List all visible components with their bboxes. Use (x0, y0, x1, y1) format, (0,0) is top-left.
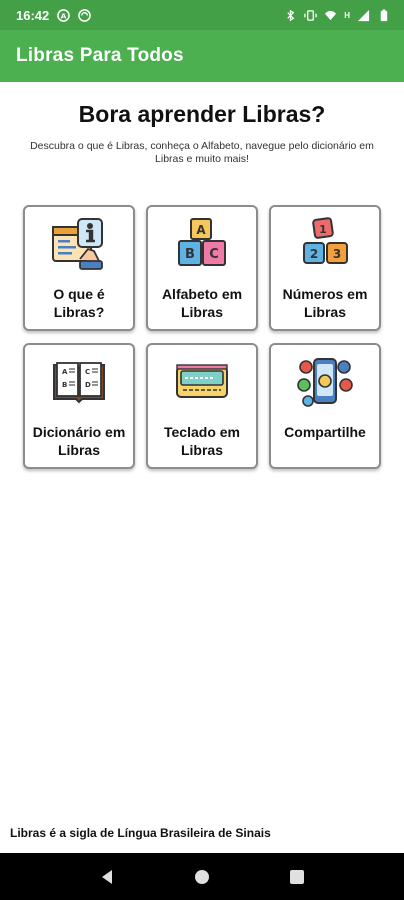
back-icon[interactable] (98, 868, 116, 886)
abc-blocks-icon: A B C (178, 218, 226, 266)
card-o-que-e-libras[interactable]: O que é Libras? (23, 205, 135, 331)
footer-note: Libras é a sigla de Língua Brasileira de… (10, 826, 271, 840)
battery-icon (380, 8, 388, 21)
svg-text:B: B (185, 247, 195, 262)
signal-type-label: H (344, 10, 350, 20)
card-numeros[interactable]: 1 2 3 Números em Libras (269, 205, 381, 331)
dictionary-book-icon: A B C D (53, 362, 105, 404)
card-compartilhe[interactable]: Compartilhe (269, 343, 381, 469)
wifi-icon (325, 10, 337, 20)
info-person-icon (52, 218, 103, 270)
page-subtitle: Descubra o que é Libras, conheça o Alfab… (30, 140, 374, 165)
vibrate-icon (304, 9, 317, 21)
card-label: Dicionário em Libras (32, 424, 126, 458)
notification-icon: A (57, 8, 71, 22)
svg-text:A: A (62, 368, 68, 376)
recents-icon[interactable] (288, 868, 306, 886)
card-label: Números em Libras (282, 286, 368, 320)
bluetooth-icon (287, 9, 295, 21)
svg-text:1: 1 (319, 223, 327, 236)
svg-text:D: D (85, 381, 91, 389)
svg-text:2: 2 (310, 247, 318, 261)
card-alfabeto[interactable]: A B C Alfabeto em Libras (146, 205, 258, 331)
card-label: Compartilhe (284, 424, 366, 440)
keyboard-icon (176, 364, 228, 398)
status-bar: 16:42 A H (0, 0, 404, 30)
card-teclado[interactable]: Teclado em Libras (146, 343, 258, 469)
card-label: Teclado em Libras (164, 424, 240, 458)
system-nav-bar (0, 853, 404, 900)
status-time: 16:42 (16, 7, 50, 23)
menu-grid: O que é Libras? A B C Alfabeto em Libras… (23, 205, 383, 469)
svg-text:C: C (85, 368, 90, 376)
app-title: Libras Para Todos (16, 45, 184, 66)
card-dicionario[interactable]: A B C D Dicionário em Libras (23, 343, 135, 469)
number-blocks-icon: 1 2 3 (303, 217, 348, 264)
card-label: O que é Libras? (53, 286, 105, 320)
svg-text:B: B (62, 381, 67, 389)
share-phone-icon (297, 358, 353, 407)
svg-text:A: A (196, 223, 206, 237)
home-icon[interactable] (193, 868, 211, 886)
page-title: Bora aprender Libras? (78, 101, 326, 127)
svg-text:A: A (61, 11, 67, 20)
app-bar: Libras Para Todos (0, 30, 404, 82)
signal-icon (357, 9, 370, 21)
card-label: Alfabeto em Libras (161, 286, 243, 320)
svg-text:3: 3 (333, 247, 341, 261)
sync-icon (78, 8, 92, 22)
svg-text:C: C (209, 247, 219, 262)
